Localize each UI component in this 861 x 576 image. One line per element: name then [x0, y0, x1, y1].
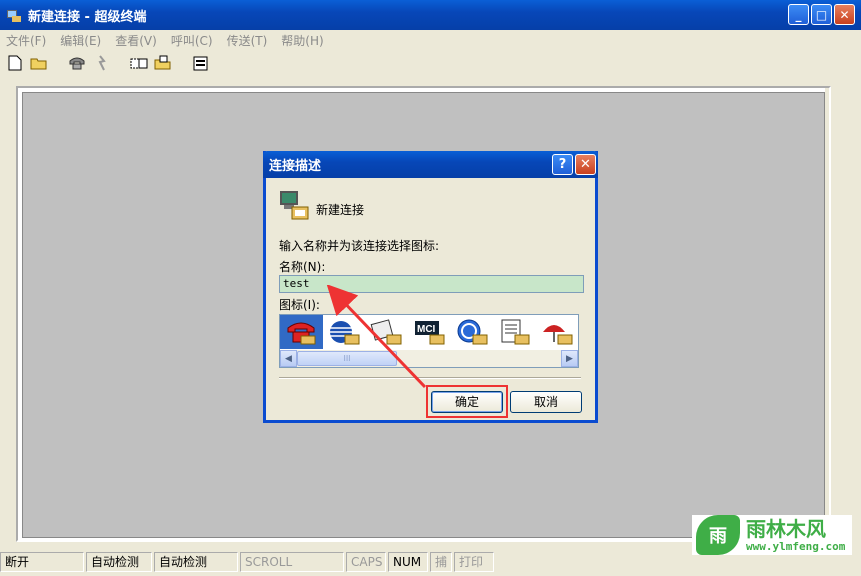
cancel-button[interactable]: 取消	[510, 391, 582, 413]
toolbar	[0, 50, 861, 76]
call-icon[interactable]	[68, 54, 86, 72]
name-label: 名称(N):	[279, 260, 326, 274]
status-scroll: SCROLL	[240, 552, 344, 572]
menu-view[interactable]: 查看(V)	[115, 32, 157, 49]
terminal-scrollbar[interactable]	[825, 88, 829, 540]
dialog-title: 连接描述	[269, 159, 322, 174]
status-caps: CAPS	[346, 552, 386, 572]
ge-phone-icon[interactable]	[450, 315, 493, 349]
status-num: NUM	[388, 552, 428, 572]
status-detect-1: 自动检测	[86, 552, 152, 572]
maximize-button[interactable]: □	[811, 4, 832, 25]
new-file-icon[interactable]	[6, 54, 24, 72]
help-button[interactable]: ?	[552, 154, 573, 175]
scroll-right-button[interactable]: ▶	[561, 350, 578, 367]
send-icon[interactable]	[130, 54, 148, 72]
prompt-text: 输入名称并为该连接选择图标:	[279, 239, 440, 253]
menu-file[interactable]: 文件(F)	[6, 32, 46, 49]
menu-call[interactable]: 呼叫(C)	[171, 32, 213, 49]
hyperterminal-app-icon	[6, 7, 22, 23]
dialog-titlebar[interactable]: 连接描述 ? ✕	[263, 151, 598, 178]
menu-bar: 文件(F) 编辑(E) 查看(V) 呼叫(C) 传送(T) 帮助(H)	[0, 30, 861, 50]
status-capture: 捕	[430, 552, 452, 572]
watermark-url: www.ylmfeng.com	[746, 539, 846, 553]
umbrella-phone-icon[interactable]	[535, 315, 578, 349]
ok-button[interactable]: 确定	[431, 391, 503, 413]
properties-icon[interactable]	[192, 54, 210, 72]
window-titlebar[interactable]: 新建连接 - 超级终端 _ □ ✕	[0, 0, 861, 30]
receive-icon[interactable]	[154, 54, 172, 72]
disconnect-icon[interactable]	[92, 54, 110, 72]
menu-help[interactable]: 帮助(H)	[281, 32, 323, 49]
menu-edit[interactable]: 编辑(E)	[60, 32, 101, 49]
connection-icon	[278, 189, 310, 221]
open-folder-icon[interactable]	[30, 54, 48, 72]
annotation-arrow	[326, 285, 427, 389]
scroll-left-button[interactable]: ◀	[280, 350, 297, 367]
dialog-close-button[interactable]: ✕	[575, 154, 596, 175]
window-title: 新建连接 - 超级终端	[28, 9, 147, 25]
doc-phone-icon[interactable]	[493, 315, 536, 349]
close-window-button[interactable]: ✕	[834, 4, 855, 25]
phone-icon[interactable]	[280, 315, 323, 349]
icon-label: 图标(I):	[279, 298, 320, 312]
status-connection: 断开	[0, 552, 84, 572]
watermark-logo: 雨	[696, 515, 740, 555]
status-detect-2: 自动检测	[154, 552, 238, 572]
watermark-brand: 雨林木风	[746, 516, 826, 541]
minimize-button[interactable]: _	[788, 4, 809, 25]
watermark: 雨 雨林木风 www.ylmfeng.com	[692, 515, 852, 555]
status-print: 打印	[454, 552, 494, 572]
menu-transfer[interactable]: 传送(T)	[227, 32, 268, 49]
connection-name-label: 新建连接	[316, 203, 365, 217]
